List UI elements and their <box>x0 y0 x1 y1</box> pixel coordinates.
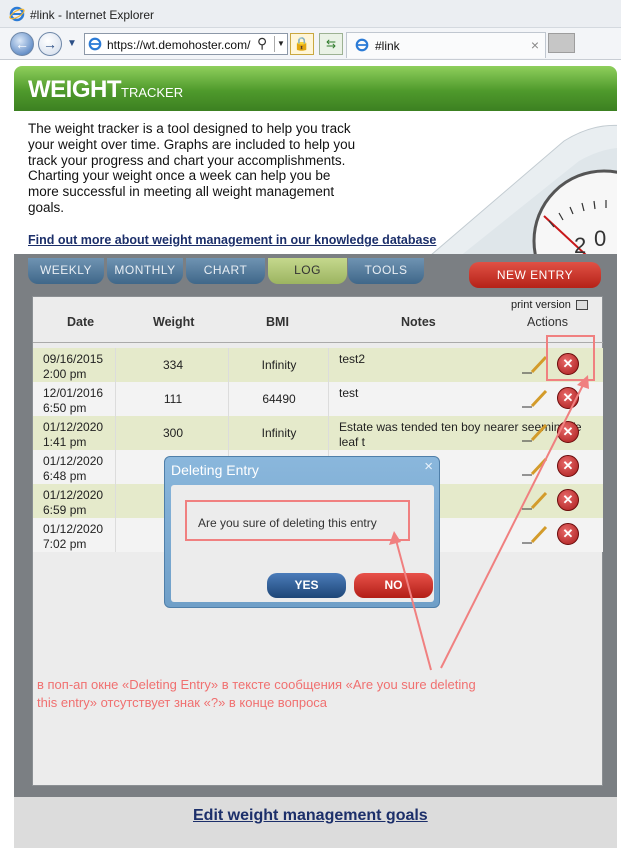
new-tab-button[interactable] <box>548 33 575 53</box>
table-row: 09/16/2015 2:00 pm 334 Infinity test2 ✕ <box>33 348 603 382</box>
app-header: WEIGHTTRACKER <box>14 66 617 111</box>
tab-log[interactable]: LOG <box>268 258 347 284</box>
row-bmi: Infinity <box>261 358 297 372</box>
intro-text: The weight tracker is a tool designed to… <box>28 121 356 215</box>
row-bmi: Infinity <box>261 426 297 440</box>
lock-icon[interactable]: 🔒 <box>290 33 314 55</box>
edit-pencil-icon[interactable] <box>520 354 548 374</box>
delete-icon[interactable]: ✕ <box>557 387 579 409</box>
history-dropdown-icon[interactable]: ▼ <box>67 38 77 49</box>
tab-weekly[interactable]: WEEKLY <box>28 258 104 284</box>
url-text[interactable]: https://wt.demohoster.com/ <box>107 38 250 52</box>
window-title: #link - Internet Explorer <box>30 8 155 22</box>
row-date: 01/12/2020 6:59 pm <box>43 488 104 517</box>
column-header-notes: Notes <box>401 315 436 329</box>
printer-icon[interactable] <box>576 300 588 310</box>
refresh-icon[interactable]: ⇆ <box>319 33 343 55</box>
row-weight: 334 <box>162 358 184 372</box>
row-notes: test2 <box>339 352 366 366</box>
column-header-actions: Actions <box>527 315 568 329</box>
modal-title: Deleting Entry <box>171 462 259 478</box>
table-header: print version Date Weight BMI Notes Acti… <box>33 297 603 343</box>
new-entry-button[interactable]: NEW ENTRY <box>469 262 601 288</box>
delete-icon[interactable]: ✕ <box>557 455 579 477</box>
forward-button[interactable]: → <box>38 32 62 56</box>
search-icon[interactable]: ⚲ <box>257 35 267 52</box>
delete-icon[interactable]: ✕ <box>557 523 579 545</box>
edit-pencil-icon[interactable] <box>520 388 548 408</box>
internet-explorer-icon <box>9 6 25 22</box>
row-weight: 300 <box>162 426 184 440</box>
row-date: 01/12/2020 6:48 pm <box>43 454 104 483</box>
row-date: 09/16/2015 2:00 pm <box>43 352 104 381</box>
tab-monthly[interactable]: MONTHLY <box>107 258 183 284</box>
footer: Edit weight management goals <box>14 797 617 848</box>
modal-close-icon[interactable]: × <box>424 458 433 475</box>
page: WEIGHTTRACKER The weight tracker is a to… <box>8 60 617 848</box>
edit-pencil-icon[interactable] <box>520 524 548 544</box>
browser-tab[interactable]: #link × <box>346 32 546 58</box>
row-notes: test <box>339 386 359 400</box>
back-button[interactable]: ← <box>10 32 34 56</box>
row-date: 01/12/2020 1:41 pm <box>43 420 104 449</box>
no-button[interactable]: NO <box>354 573 433 598</box>
tab-chart[interactable]: CHART <box>186 258 265 284</box>
column-header-bmi: BMI <box>266 315 289 329</box>
column-header-date: Date <box>67 315 95 329</box>
print-version-link[interactable]: print version <box>511 299 571 311</box>
edit-pencil-icon[interactable] <box>520 422 548 442</box>
edit-pencil-icon[interactable] <box>520 456 548 476</box>
close-tab-icon[interactable]: × <box>531 37 539 53</box>
browser-toolbar: ← → ▼ https://wt.demohoster.com/ ⚲ ▼ 🔒 ⇆… <box>0 28 621 60</box>
row-weight: 111 <box>163 392 183 406</box>
row-bmi: 64490 <box>262 392 296 406</box>
edit-goals-link[interactable]: Edit weight management goals <box>193 807 428 825</box>
svg-text:2: 2 <box>574 233 586 254</box>
tab-tools[interactable]: TOOLS <box>348 258 424 284</box>
annotation-highlight-message <box>185 500 410 541</box>
column-header-weight: Weight <box>153 315 195 329</box>
delete-icon[interactable]: ✕ <box>557 421 579 443</box>
site-ie-icon <box>88 37 102 51</box>
svg-text:0: 0 <box>594 226 606 251</box>
annotation-note: в поп-ап окне «Deleting Entry» в тексте … <box>37 677 476 710</box>
annotation-highlight-delete <box>546 335 595 381</box>
delete-icon[interactable]: ✕ <box>557 489 579 511</box>
window-titlebar: #link - Internet Explorer <box>0 0 621 28</box>
yes-button[interactable]: YES <box>267 573 346 598</box>
edit-pencil-icon[interactable] <box>520 490 548 510</box>
table-row: 01/12/2020 1:41 pm 300 Infinity Estate wa… <box>33 416 603 450</box>
address-dropdown-icon[interactable]: ▼ <box>274 36 287 52</box>
table-row: 12/01/2016 6:50 pm 111 64490 test ✕ <box>33 382 603 416</box>
row-date: 01/12/2020 7:02 pm <box>43 522 104 551</box>
bathroom-scale-image: 2 0 <box>431 124 617 254</box>
row-date: 12/01/2016 6:50 pm <box>43 386 104 415</box>
arrow-left-icon: ← <box>15 36 29 52</box>
weight-tracker-logo: WEIGHTTRACKER <box>28 76 184 103</box>
arrow-right-icon: → <box>43 36 57 52</box>
address-bar[interactable]: https://wt.demohoster.com/ ⚲ ▼ <box>84 33 288 55</box>
knowledge-database-link[interactable]: Find out more about weight management in… <box>28 233 436 247</box>
tab-ie-icon <box>355 38 369 52</box>
tab-title: #link <box>375 39 400 53</box>
intro-section: The weight tracker is a tool designed to… <box>14 111 617 254</box>
